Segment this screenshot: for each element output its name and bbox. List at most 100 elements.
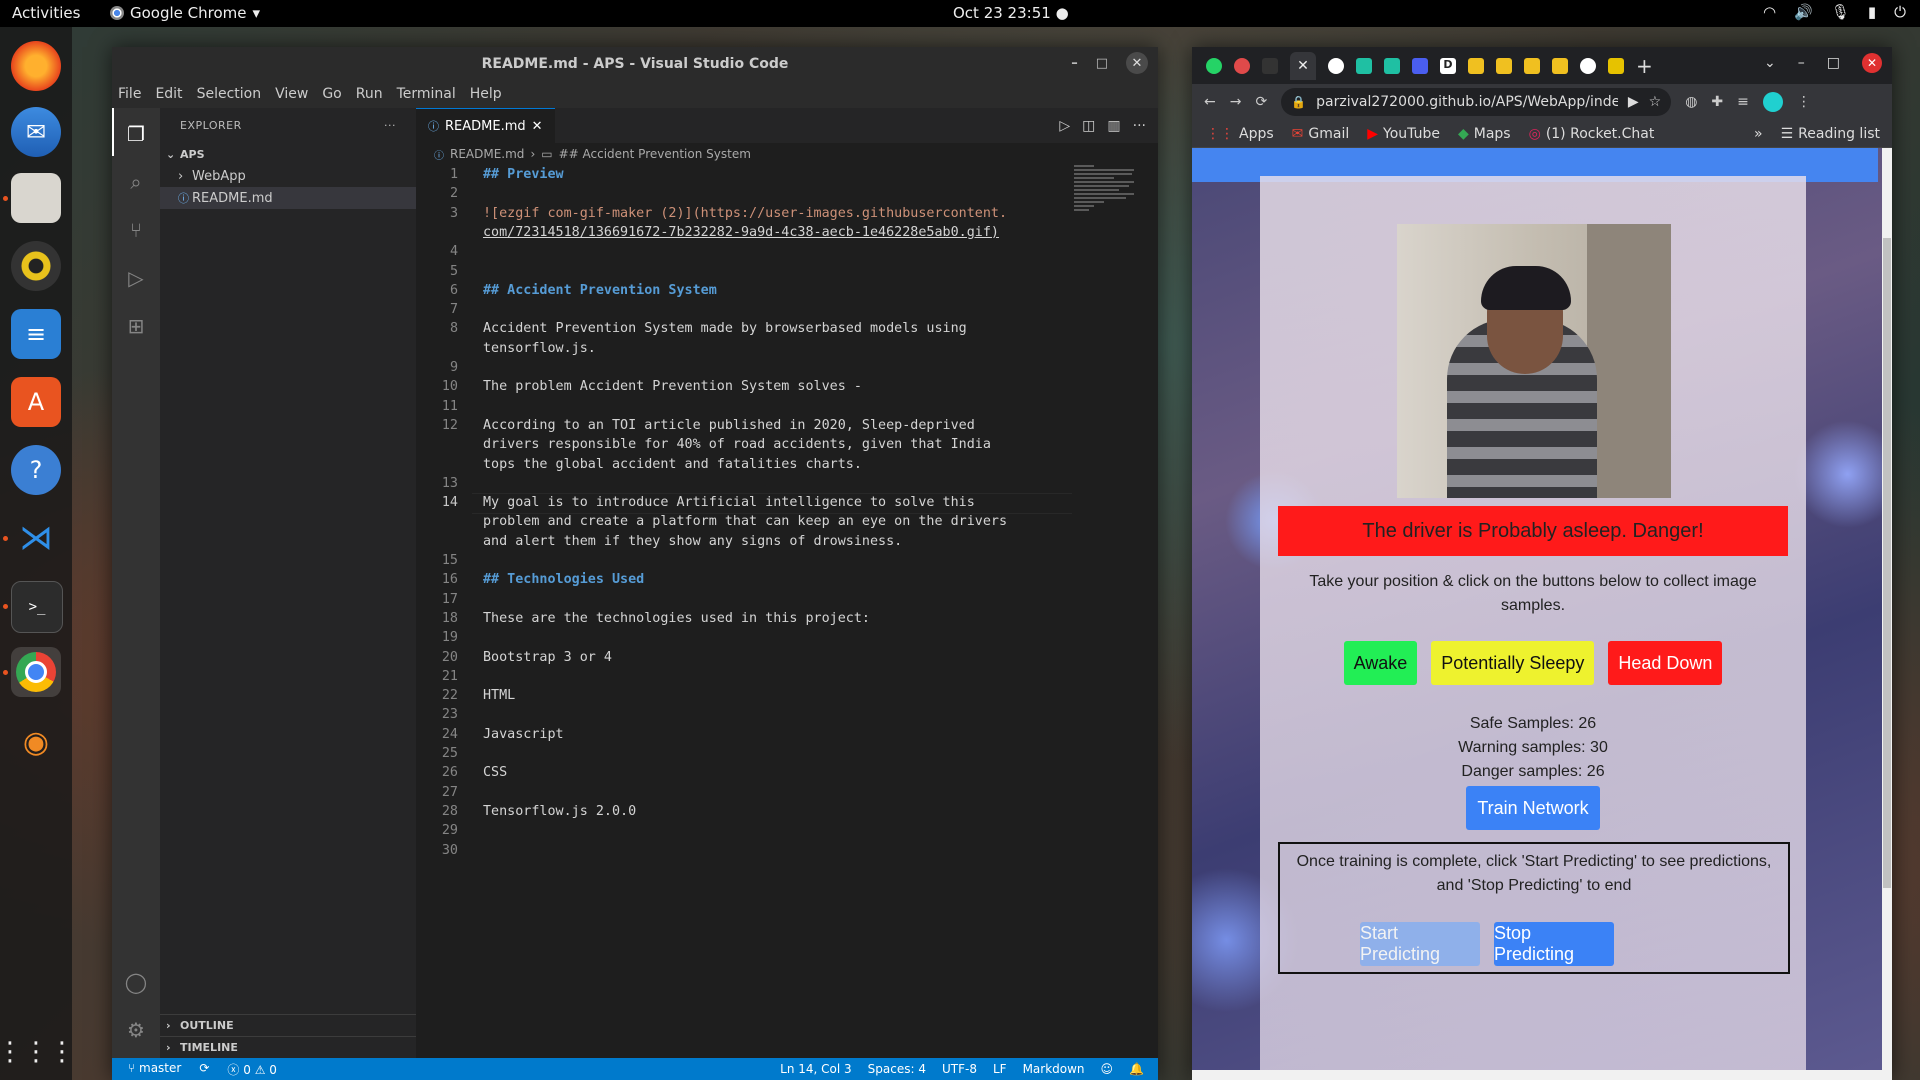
- reload-icon[interactable]: ⟳: [1255, 94, 1267, 110]
- firefox-icon[interactable]: [11, 41, 61, 91]
- vertical-scrollbar[interactable]: [1882, 148, 1892, 1080]
- more-bookmarks-icon[interactable]: »: [1754, 126, 1763, 142]
- system-tray[interactable]: ◠ 🔊 🎙 ▮ ⏻: [1763, 3, 1906, 21]
- menu-help[interactable]: Help: [470, 86, 502, 102]
- active-tab-close-icon[interactable]: ✕: [1290, 51, 1316, 80]
- show-apps-icon[interactable]: ⋮⋮⋮: [0, 1027, 75, 1077]
- activities-button[interactable]: Activities: [12, 4, 80, 22]
- run-icon[interactable]: ▷: [1059, 118, 1070, 134]
- chrome-dock-item[interactable]: [11, 647, 61, 697]
- thunderbird-icon[interactable]: ✉: [11, 107, 61, 157]
- menu-view[interactable]: View: [275, 86, 308, 102]
- terminal-icon[interactable]: >_: [11, 581, 63, 633]
- github-tab-icon[interactable]: [1580, 57, 1596, 74]
- menu-edit[interactable]: Edit: [155, 86, 182, 102]
- bookmark-gmail[interactable]: ✉ Gmail: [1292, 126, 1350, 142]
- bookmark-rocketchat[interactable]: ◎ (1) Rocket.Chat: [1529, 126, 1655, 142]
- close-tab-icon[interactable]: ✕: [532, 119, 543, 134]
- tree-item-readme[interactable]: ⓘ README.md: [160, 187, 416, 209]
- code-editor[interactable]: 1 ## Preview 2 3 ![ezgif com-gif-maker (2)](…: [416, 165, 1158, 1058]
- puzzle-icon[interactable]: ✚: [1711, 94, 1723, 110]
- app-menu[interactable]: Google Chrome ▾: [110, 4, 260, 22]
- language-mode[interactable]: Markdown: [1023, 1062, 1085, 1076]
- cursor-position[interactable]: Ln 14, Col 3: [780, 1062, 852, 1076]
- tab-search-icon[interactable]: ⌄: [1764, 55, 1776, 71]
- run-debug-icon[interactable]: ▷: [124, 266, 148, 290]
- bookmark-maps[interactable]: ◆ Maps: [1458, 126, 1511, 142]
- maximize-icon[interactable]: □: [1827, 55, 1840, 71]
- blender-icon[interactable]: ◉: [11, 717, 61, 767]
- tab-icon[interactable]: [1412, 57, 1428, 74]
- more-actions-icon[interactable]: ···: [384, 119, 396, 132]
- minimize-icon[interactable]: –: [1071, 56, 1078, 71]
- notifications-icon[interactable]: 🔔: [1129, 1062, 1144, 1076]
- clock[interactable]: Oct 23 23:51 ●: [953, 4, 1069, 22]
- bookmark-apps[interactable]: ⋮⋮ Apps: [1206, 126, 1274, 142]
- tree-item-webapp[interactable]: › WebApp: [160, 165, 416, 187]
- potentially-sleepy-button[interactable]: Potentially Sleepy: [1431, 641, 1595, 685]
- stop-predicting-button[interactable]: Stop Predicting: [1494, 922, 1614, 966]
- profile-avatar[interactable]: [1762, 92, 1783, 112]
- timeline-section[interactable]: › TIMELINE: [160, 1036, 416, 1058]
- tab-icon[interactable]: [1384, 57, 1400, 74]
- menu-icon[interactable]: ⋮: [1797, 94, 1811, 110]
- extension-icon[interactable]: ◍: [1685, 94, 1697, 110]
- tab-readme[interactable]: ⓘ README.md ✕: [416, 108, 555, 143]
- camera-icon[interactable]: ▶: [1628, 94, 1639, 110]
- record-tab-icon[interactable]: [1234, 57, 1250, 74]
- scroll-thumb[interactable]: [1883, 238, 1891, 888]
- extensions-icon[interactable]: ⊞: [124, 314, 148, 338]
- menu-selection[interactable]: Selection: [197, 86, 262, 102]
- problems-indicator[interactable]: ⓧ 0 ⚠ 0: [227, 1061, 277, 1078]
- rhythmbox-icon[interactable]: [11, 241, 61, 291]
- tab-icon[interactable]: [1524, 57, 1540, 74]
- tab-icon[interactable]: [1608, 57, 1624, 74]
- software-center-icon[interactable]: A: [11, 377, 61, 427]
- new-tab-icon[interactable]: +: [1636, 54, 1653, 78]
- horizontal-scrollbar[interactable]: [1192, 1070, 1882, 1080]
- back-icon[interactable]: ←: [1204, 94, 1216, 110]
- tab-icon[interactable]: D: [1440, 57, 1456, 74]
- files-icon[interactable]: [11, 173, 61, 223]
- line-ending[interactable]: LF: [993, 1062, 1007, 1076]
- menu-file[interactable]: File: [118, 86, 141, 102]
- encoding[interactable]: UTF-8: [942, 1062, 977, 1076]
- menu-run[interactable]: Run: [356, 86, 383, 102]
- folder-root[interactable]: ⌄ APS: [160, 143, 416, 165]
- indentation[interactable]: Spaces: 4: [868, 1062, 926, 1076]
- tab-icon[interactable]: [1328, 57, 1344, 74]
- settings-gear-icon[interactable]: ⚙: [124, 1018, 148, 1042]
- tab-icon[interactable]: [1262, 57, 1278, 74]
- explorer-icon[interactable]: ❐: [124, 122, 148, 146]
- minimap[interactable]: [1074, 165, 1144, 245]
- branch-indicator[interactable]: ⑂ master: [128, 1061, 181, 1078]
- open-preview-icon[interactable]: ◫: [1082, 118, 1095, 134]
- account-icon[interactable]: ◯: [124, 970, 148, 994]
- awake-button[interactable]: Awake: [1343, 641, 1418, 685]
- address-bar[interactable]: 🔒 parzival272000.github.io/APS/WebApp/in…: [1281, 88, 1672, 116]
- menu-terminal[interactable]: Terminal: [397, 86, 456, 102]
- feedback-icon[interactable]: ☺: [1101, 1062, 1114, 1076]
- libreoffice-writer-icon[interactable]: ≡: [11, 309, 61, 359]
- menu-go[interactable]: Go: [322, 86, 341, 102]
- split-editor-icon[interactable]: ▥: [1107, 118, 1120, 134]
- close-icon[interactable]: ✕: [1126, 52, 1148, 74]
- star-icon[interactable]: ☆: [1649, 94, 1662, 110]
- outline-section[interactable]: › OUTLINE: [160, 1014, 416, 1036]
- media-icon[interactable]: ≡: [1737, 94, 1749, 110]
- help-icon[interactable]: ?: [11, 445, 61, 495]
- sync-icon[interactable]: ⟳: [199, 1061, 209, 1078]
- tab-icon[interactable]: [1468, 57, 1484, 74]
- more-actions-icon[interactable]: ···: [1133, 118, 1146, 134]
- bookmark-youtube[interactable]: ▶ YouTube: [1367, 126, 1440, 142]
- forward-icon[interactable]: →: [1230, 94, 1242, 110]
- whatsapp-tab-icon[interactable]: [1206, 57, 1222, 74]
- head-down-button[interactable]: Head Down: [1608, 641, 1723, 685]
- breadcrumb-file[interactable]: README.md: [450, 147, 524, 161]
- source-control-icon[interactable]: ⑂: [124, 218, 148, 242]
- breadcrumb-symbol[interactable]: ## Accident Prevention System: [559, 147, 751, 161]
- tab-icon[interactable]: [1552, 57, 1568, 74]
- start-predicting-button[interactable]: Start Predicting: [1360, 922, 1480, 966]
- reading-list-button[interactable]: ☰ Reading list: [1781, 126, 1892, 142]
- tab-icon[interactable]: [1496, 57, 1512, 74]
